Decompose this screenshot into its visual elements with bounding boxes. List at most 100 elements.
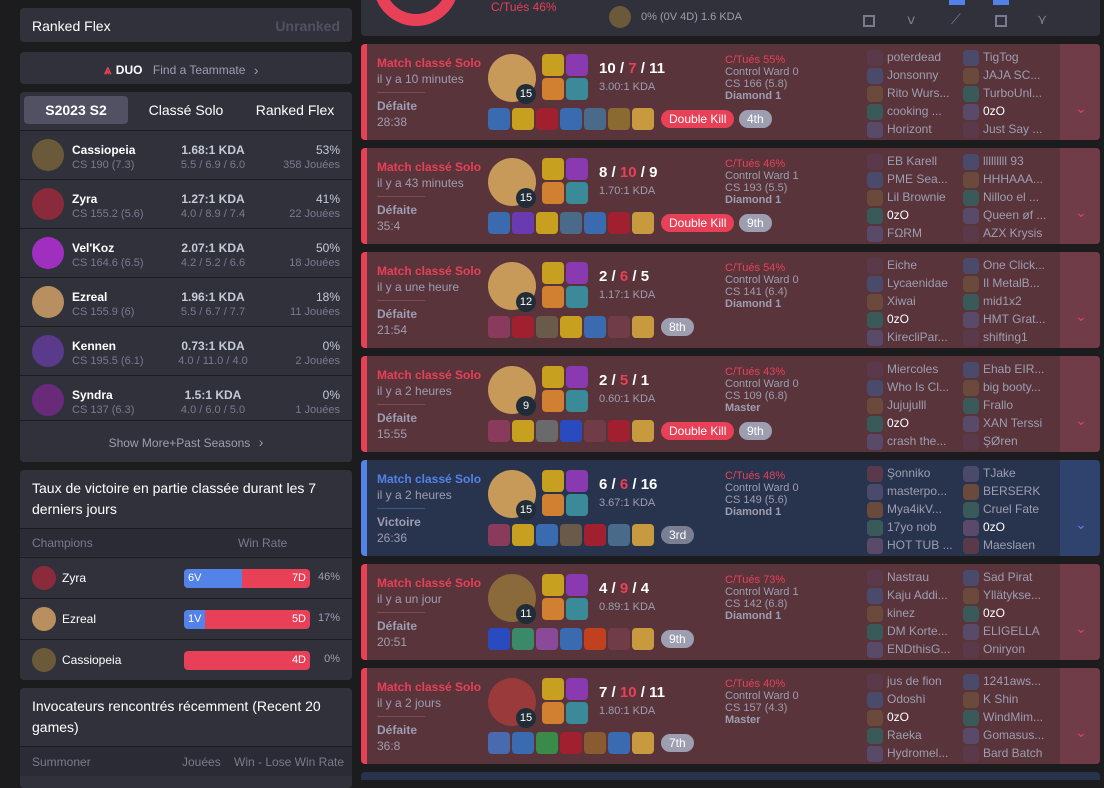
match-card[interactable]: Match classé Solo il y a 2 heures Défaite 1… <box>361 356 1100 452</box>
item-icon[interactable] <box>584 108 606 130</box>
item-icon[interactable] <box>512 732 534 754</box>
item-icon[interactable] <box>560 628 582 650</box>
item-icon[interactable] <box>488 316 510 338</box>
team-player[interactable]: lllllllll 93 <box>963 152 1053 170</box>
team-player[interactable]: HOT TUB ... <box>867 536 957 554</box>
item-icon[interactable] <box>584 316 606 338</box>
match-card[interactable]: Match classé Solo il y a 10 minutes Défait… <box>361 44 1100 140</box>
match-card[interactable]: Match classé Solo il y a un jour Défaite 20… <box>361 564 1100 660</box>
team-player[interactable]: ŞØren <box>963 432 1053 450</box>
team-player[interactable]: Cruel Fate <box>963 500 1053 518</box>
expand-button[interactable]: ⌄ <box>1060 460 1100 556</box>
team-player[interactable]: Oniryon <box>963 640 1053 658</box>
team-player[interactable]: KirecliPar... <box>867 328 957 346</box>
item-icon[interactable] <box>512 212 534 234</box>
tab-flex[interactable]: Ranked Flex <box>242 96 348 124</box>
item-icon[interactable] <box>632 732 654 754</box>
team-player[interactable]: One Click... <box>963 256 1053 274</box>
team-player[interactable]: Yllätykse... <box>963 586 1053 604</box>
team-player[interactable]: Kaju Addi... <box>867 586 957 604</box>
champion-row[interactable]: Vel'Koz CS 164.6 (6.5) 2.07:1 KDA 4.2 / 5.2… <box>20 228 352 277</box>
expand-button[interactable]: ⌄ <box>1060 252 1100 348</box>
tab-season[interactable]: S2023 S2 <box>24 96 128 124</box>
team-player[interactable]: BERSERK <box>963 482 1053 500</box>
match-card[interactable]: Match classé Solo il y a 2 jours Défaite 36… <box>361 668 1100 764</box>
item-icon[interactable] <box>512 316 534 338</box>
team-player[interactable]: Eiche <box>867 256 957 274</box>
item-icon[interactable] <box>560 524 582 546</box>
team-player[interactable]: TigTog <box>963 48 1053 66</box>
item-icon[interactable] <box>608 108 630 130</box>
team-player[interactable]: Jujujulll <box>867 396 957 414</box>
team-player[interactable]: Lil Brownie <box>867 188 957 206</box>
item-icon[interactable] <box>488 420 510 442</box>
team-player[interactable]: 0zO <box>867 206 957 224</box>
team-player[interactable]: Jonsonny <box>867 66 957 84</box>
item-icon[interactable] <box>608 628 630 650</box>
item-icon[interactable] <box>512 108 534 130</box>
team-player[interactable]: JAJA SC... <box>963 66 1053 84</box>
item-icon[interactable] <box>488 628 510 650</box>
team-player[interactable]: Who Is Cl... <box>867 378 957 396</box>
item-icon[interactable] <box>632 108 654 130</box>
team-player[interactable]: Bard Batch <box>963 744 1053 762</box>
team-player[interactable]: shifting1 <box>963 328 1053 346</box>
team-player[interactable]: Raeka <box>867 726 957 744</box>
team-player[interactable]: HMT Grat... <box>963 310 1053 328</box>
team-player[interactable]: Horizont <box>867 120 957 138</box>
team-player[interactable]: 1241aws... <box>963 672 1053 690</box>
team-player[interactable]: Nastrau <box>867 568 957 586</box>
team-player[interactable]: K Shin <box>963 690 1053 708</box>
item-icon[interactable] <box>560 316 582 338</box>
team-player[interactable]: mid1x2 <box>963 292 1053 310</box>
team-player[interactable]: 0zO <box>963 518 1053 536</box>
item-icon[interactable] <box>632 628 654 650</box>
team-player[interactable]: big booty... <box>963 378 1053 396</box>
item-icon[interactable] <box>536 420 558 442</box>
item-icon[interactable] <box>560 212 582 234</box>
team-player[interactable]: Gomasus... <box>963 726 1053 744</box>
item-icon[interactable] <box>512 420 534 442</box>
team-player[interactable]: Queen øf ... <box>963 206 1053 224</box>
expand-button[interactable]: ⌄ <box>1060 564 1100 660</box>
champion-row[interactable]: Cassiopeia CS 190 (7.3) 1.68:1 KDA 5.5 / 6.… <box>20 130 352 179</box>
item-icon[interactable] <box>584 212 606 234</box>
team-player[interactable]: cooking ... <box>867 102 957 120</box>
expand-button[interactable]: ⌄ <box>1060 148 1100 244</box>
item-icon[interactable] <box>560 420 582 442</box>
item-icon[interactable] <box>536 732 558 754</box>
team-player[interactable]: crash the... <box>867 432 957 450</box>
team-player[interactable]: Frallo <box>963 396 1053 414</box>
team-player[interactable]: Hydromel... <box>867 744 957 762</box>
champion-row[interactable]: Kennen CS 195.5 (6.1) 0.73:1 KDA 4.0 / 11.0… <box>20 326 352 375</box>
item-icon[interactable] <box>512 524 534 546</box>
team-player[interactable]: DM Korte... <box>867 622 957 640</box>
item-icon[interactable] <box>632 420 654 442</box>
item-icon[interactable] <box>608 732 630 754</box>
team-player[interactable]: AZX Krysis <box>963 224 1053 242</box>
team-player[interactable]: 0zO <box>963 604 1053 622</box>
team-player[interactable]: FΩRM <box>867 224 957 242</box>
item-icon[interactable] <box>608 316 630 338</box>
team-player[interactable]: ELIGELLA <box>963 622 1053 640</box>
team-player[interactable]: Miercoles <box>867 360 957 378</box>
team-player[interactable]: 17yo nob <box>867 518 957 536</box>
team-player[interactable]: poterdead <box>867 48 957 66</box>
item-icon[interactable] <box>632 212 654 234</box>
item-icon[interactable] <box>584 524 606 546</box>
team-player[interactable]: TurboUnl... <box>963 84 1053 102</box>
item-icon[interactable] <box>488 732 510 754</box>
item-icon[interactable] <box>632 316 654 338</box>
item-icon[interactable] <box>632 524 654 546</box>
team-player[interactable]: PME Sea... <box>867 170 957 188</box>
show-more-button[interactable]: Show More+Past Seasons › <box>20 420 352 462</box>
team-player[interactable]: 0zO <box>963 102 1053 120</box>
expand-button[interactable]: ⌄ <box>1060 44 1100 140</box>
team-player[interactable]: Mya4ikV... <box>867 500 957 518</box>
team-player[interactable]: masterpo... <box>867 482 957 500</box>
team-player[interactable]: kinez <box>867 604 957 622</box>
team-player[interactable]: 0zO <box>867 310 957 328</box>
item-icon[interactable] <box>536 628 558 650</box>
item-icon[interactable] <box>560 732 582 754</box>
team-player[interactable]: WindMim... <box>963 708 1053 726</box>
